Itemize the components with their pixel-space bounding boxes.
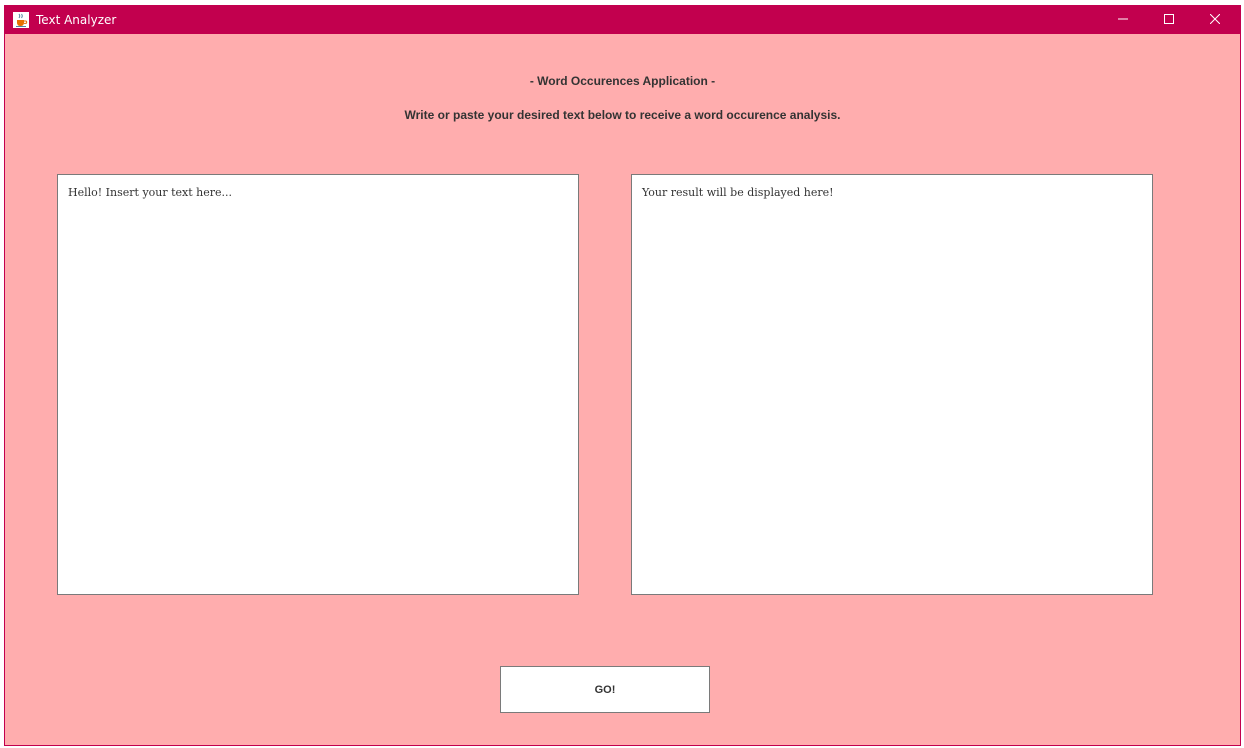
- java-cup-icon: [13, 12, 29, 28]
- app-heading: - Word Occurences Application -: [529, 74, 716, 88]
- result-output-area[interactable]: Your result will be displayed here!: [631, 174, 1153, 595]
- maximize-icon: [1164, 11, 1174, 29]
- go-button[interactable]: GO!: [500, 666, 710, 713]
- instructions-text: Write or paste your desired text below t…: [404, 108, 841, 122]
- minimize-button[interactable]: [1100, 6, 1146, 34]
- app-window: Text Analyzer - Word Occurences Applicat…: [4, 5, 1241, 746]
- window-title: Text Analyzer: [36, 13, 117, 27]
- minimize-icon: [1118, 11, 1128, 29]
- close-icon: [1209, 11, 1221, 29]
- maximize-button[interactable]: [1146, 6, 1192, 34]
- text-input-area[interactable]: Hello! Insert your text here...: [57, 174, 579, 595]
- title-bar[interactable]: Text Analyzer: [5, 6, 1240, 34]
- close-button[interactable]: [1192, 6, 1238, 34]
